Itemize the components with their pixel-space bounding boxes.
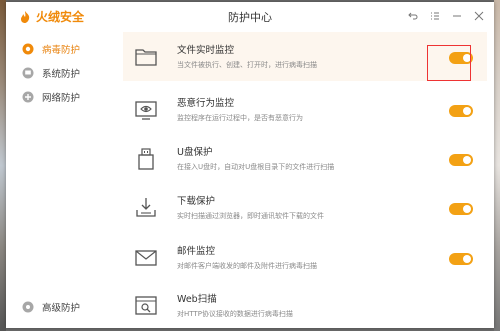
row-description: 对HTTP协议接收的数据进行病毒扫描 bbox=[177, 310, 293, 318]
minimize-icon bbox=[453, 15, 461, 17]
row-title: Web扫描 bbox=[177, 294, 217, 305]
row-description: 在接入U盘时，自动对U盘根目录下的文件进行扫描 bbox=[177, 163, 335, 171]
protection-list: 文件实时监控 当文件被执行、创建、打开时，进行病毒扫描 恶意行为监控 监控程序在… bbox=[123, 30, 487, 328]
folder-icon bbox=[133, 44, 159, 70]
close-icon bbox=[474, 11, 484, 21]
row-description: 实时扫描通过浏览器，即时通讯软件下载的文件 bbox=[177, 212, 324, 220]
row-title: 恶意行为监控 bbox=[177, 98, 235, 109]
sidebar-item-label: 高级防护 bbox=[42, 303, 81, 314]
sidebar-item-advanced-protection[interactable]: 高级防护 bbox=[22, 297, 80, 317]
sidebar-item-label: 系统防护 bbox=[42, 69, 81, 80]
toggle-switch[interactable] bbox=[449, 154, 473, 166]
close-button[interactable] bbox=[468, 6, 490, 26]
list-item: U盘保护 在接入U盘时，自动对U盘根目录下的文件进行扫描 bbox=[123, 134, 487, 183]
minimize-button[interactable] bbox=[446, 6, 468, 26]
sidebar-item-network-protection[interactable]: 网络防护 bbox=[22, 87, 80, 107]
toggle-switch[interactable] bbox=[449, 253, 473, 265]
web-scan-icon bbox=[133, 293, 159, 319]
network-icon bbox=[22, 91, 34, 103]
list-item: 文件实时监控 当文件被执行、创建、打开时，进行病毒扫描 bbox=[123, 32, 487, 81]
sidebar-item-label: 病毒防护 bbox=[42, 45, 81, 56]
sidebar-item-virus-protection[interactable]: 病毒防护 bbox=[22, 39, 80, 59]
list-item: 恶意行为监控 监控程序在运行过程中，是否有恶意行为 bbox=[123, 85, 487, 134]
menu-icon bbox=[431, 12, 439, 20]
row-title: 下载保护 bbox=[177, 196, 216, 207]
eye-monitor-icon bbox=[133, 97, 159, 123]
system-icon bbox=[22, 67, 34, 79]
mail-icon bbox=[133, 245, 159, 271]
usb-icon bbox=[133, 146, 159, 172]
menu-button[interactable] bbox=[424, 6, 446, 26]
row-title: 文件实时监控 bbox=[177, 45, 235, 56]
row-description: 监控程序在运行过程中，是否有恶意行为 bbox=[177, 114, 303, 122]
list-item: 下载保护 实时扫描通过浏览器，即时通讯软件下载的文件 bbox=[123, 183, 487, 232]
list-item: 邮件监控 对邮件客户端收发的邮件及附件进行病毒扫描 bbox=[123, 233, 487, 282]
app-window: 火绒安全 防护中心 病毒防护 系统防护 网络防护 高级防护 文件实时监控 当文件… bbox=[6, 2, 494, 328]
desktop-background-right bbox=[494, 0, 500, 331]
brand-logo-icon bbox=[21, 10, 30, 23]
titlebar: 火绒安全 防护中心 bbox=[6, 2, 494, 30]
download-tray-icon bbox=[133, 195, 159, 221]
advanced-icon bbox=[22, 301, 34, 313]
back-button[interactable] bbox=[402, 6, 424, 26]
highlight-box bbox=[427, 45, 471, 81]
brand-name: 火绒安全 bbox=[36, 10, 85, 24]
brand-logo: 火绒安全 bbox=[18, 8, 84, 25]
virus-shield-icon bbox=[22, 43, 34, 55]
row-description: 对邮件客户端收发的邮件及附件进行病毒扫描 bbox=[177, 262, 317, 270]
sidebar-item-label: 网络防护 bbox=[42, 93, 81, 104]
row-title: U盘保护 bbox=[177, 147, 213, 158]
row-title: 邮件监控 bbox=[177, 246, 216, 257]
sidebar-item-system-protection[interactable]: 系统防护 bbox=[22, 63, 80, 83]
toggle-switch[interactable] bbox=[449, 105, 473, 117]
list-item: Web扫描 对HTTP协议接收的数据进行病毒扫描 bbox=[123, 281, 487, 328]
sidebar: 病毒防护 系统防护 网络防护 高级防护 bbox=[6, 30, 112, 328]
row-description: 当文件被执行、创建、打开时，进行病毒扫描 bbox=[177, 61, 317, 69]
back-icon bbox=[408, 12, 418, 20]
toggle-switch[interactable] bbox=[449, 203, 473, 215]
